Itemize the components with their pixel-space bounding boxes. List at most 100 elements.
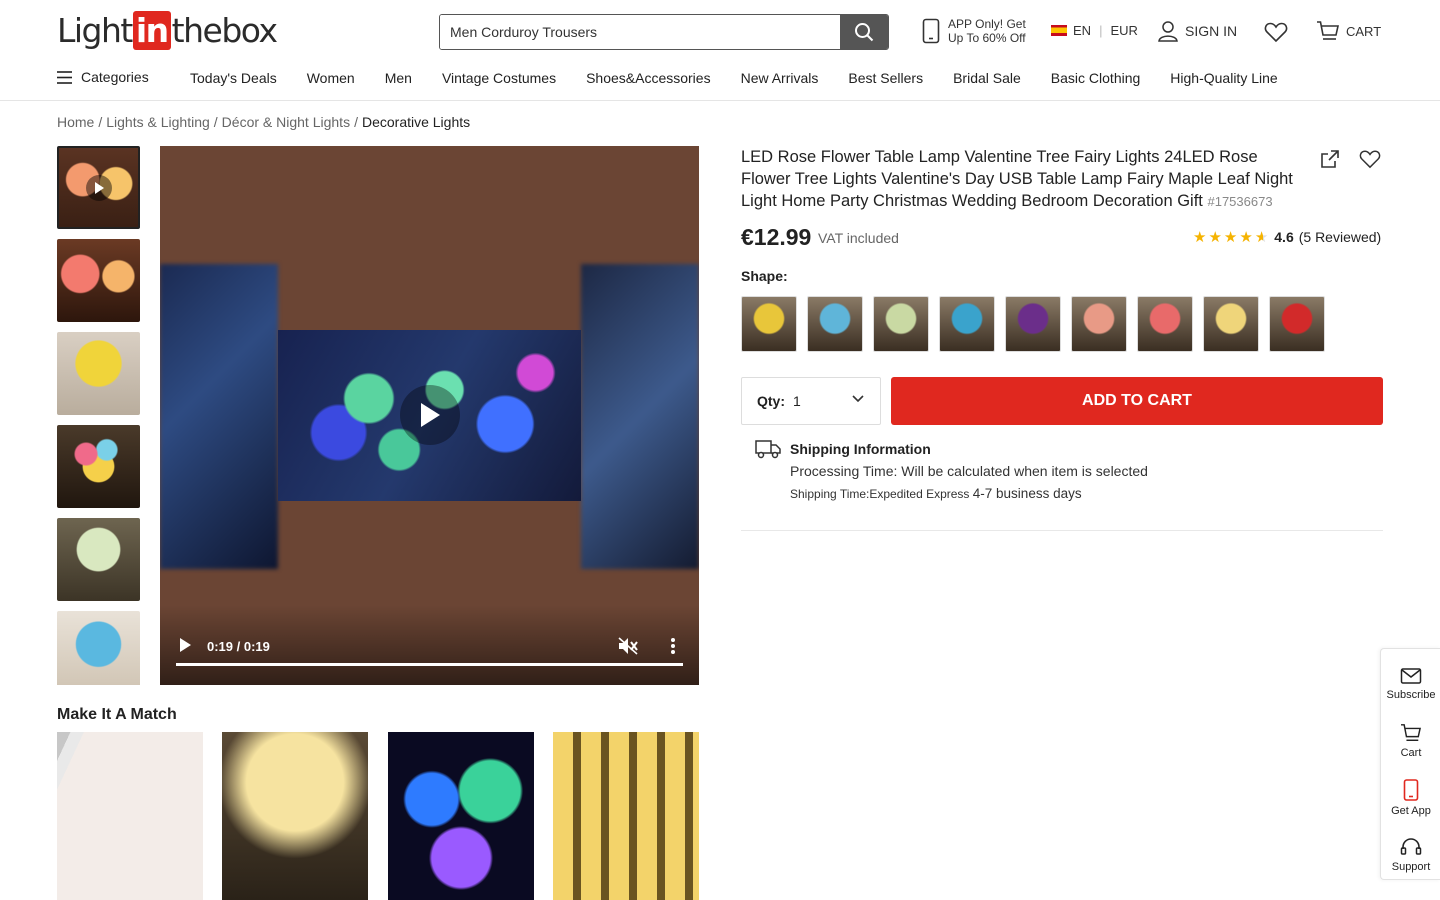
breadcrumb-lights[interactable]: Lights & Lighting — [106, 114, 210, 130]
product-sku: #17536673 — [1207, 194, 1273, 209]
video-progress-bar[interactable] — [176, 663, 683, 666]
support-button[interactable]: Support — [1381, 826, 1440, 883]
get-app-button[interactable]: Get App — [1381, 769, 1440, 826]
categories-menu[interactable]: Categories — [57, 69, 149, 85]
shape-swatch[interactable] — [939, 296, 995, 352]
search-bar — [439, 14, 889, 50]
shape-swatch[interactable] — [1203, 296, 1259, 352]
star-icon: ★ — [1208, 228, 1222, 246]
phone-icon — [922, 18, 940, 44]
play-icon — [421, 403, 440, 427]
shape-swatch[interactable] — [741, 296, 797, 352]
heart-icon — [1264, 22, 1288, 43]
play-icon — [85, 174, 112, 201]
logo-text-in: in — [132, 10, 171, 50]
star-icon: ★ — [1239, 228, 1253, 246]
nav-item-basic-clothing[interactable]: Basic Clothing — [1051, 70, 1141, 86]
share-button[interactable] — [1320, 149, 1340, 174]
favorite-button[interactable] — [1359, 149, 1381, 174]
breadcrumb-current: Decorative Lights — [361, 114, 471, 130]
nav-item-women[interactable]: Women — [307, 70, 355, 86]
logo-text-light: Light — [57, 10, 133, 50]
match-product-card[interactable] — [57, 732, 203, 900]
search-icon — [855, 23, 874, 42]
sign-in-link[interactable]: SIGN IN — [1157, 20, 1237, 42]
nav-item-men[interactable]: Men — [385, 70, 412, 86]
thumbnail-video[interactable] — [57, 146, 140, 229]
divider — [741, 530, 1383, 531]
sidebar-cart-button[interactable]: Cart — [1381, 712, 1440, 769]
match-product-card[interactable] — [388, 732, 534, 900]
app-promo-text: APP Only! Get Up To 60% Off — [948, 17, 1026, 45]
search-button[interactable] — [840, 15, 888, 49]
thumbnail-image[interactable] — [57, 425, 140, 508]
sign-in-label: SIGN IN — [1185, 23, 1238, 39]
shape-swatch[interactable] — [873, 296, 929, 352]
nav-item-vintage-costumes[interactable]: Vintage Costumes — [442, 70, 556, 86]
cart-label: CART — [1346, 23, 1382, 39]
nav-item-high-quality-line[interactable]: High-Quality Line — [1170, 70, 1277, 86]
video-time: 0:19 / 0:19 — [207, 639, 270, 654]
logo[interactable]: Light in thebox — [57, 10, 278, 50]
nav-item-shoes-accessories[interactable]: Shoes&Accessories — [586, 70, 711, 86]
shipping-time: Shipping Time:Expedited Express 4-7 busi… — [790, 486, 1082, 501]
more-options-icon[interactable] — [670, 637, 676, 655]
breadcrumb-separator: / — [213, 114, 218, 130]
shape-swatch[interactable] — [1005, 296, 1061, 352]
add-to-cart-button[interactable]: ADD TO CART — [891, 377, 1383, 425]
get-app-label: Get App — [1391, 804, 1431, 817]
search-input[interactable] — [440, 15, 840, 49]
heart-icon — [1359, 150, 1381, 169]
product-price: €12.99 — [741, 224, 812, 250]
quantity-selector[interactable]: Qty: 1 — [741, 377, 881, 425]
play-icon[interactable] — [178, 637, 192, 653]
thumbnail-image[interactable] — [57, 611, 140, 685]
nav-items: Today's Deals Women Men Vintage Costumes… — [190, 70, 1278, 86]
phone-icon — [1403, 778, 1419, 801]
shape-swatch[interactable] — [1137, 296, 1193, 352]
video-frame — [160, 264, 278, 569]
logo-text-thebox: thebox — [171, 10, 278, 50]
language-currency-selector[interactable]: EN | EUR — [1051, 23, 1138, 38]
mute-icon[interactable] — [618, 637, 638, 655]
thumbnail-image[interactable] — [57, 239, 140, 322]
processing-time: Processing Time: Will be calculated when… — [790, 463, 1148, 479]
subscribe-button[interactable]: Subscribe — [1381, 655, 1440, 712]
thumbnail-list — [57, 146, 141, 685]
video-controls: 0:19 / 0:19 — [160, 605, 699, 685]
rating[interactable]: ★ ★ ★ ★ ★ 4.6 (5 Reviewed) — [1193, 229, 1381, 245]
language-label: EN — [1073, 23, 1092, 38]
truck-icon — [755, 440, 781, 459]
app-promo[interactable]: APP Only! Get Up To 60% Off — [922, 17, 1026, 45]
hamburger-icon — [57, 70, 72, 84]
nav-item-new-arrivals[interactable]: New Arrivals — [741, 70, 819, 86]
thumbnail-image[interactable] — [57, 332, 140, 415]
match-product-card[interactable] — [222, 732, 368, 900]
nav-item-best-sellers[interactable]: Best Sellers — [848, 70, 923, 86]
nav-item-todays-deals[interactable]: Today's Deals — [190, 70, 277, 86]
breadcrumb: Home / Lights & Lighting / Décor & Night Lig… — [57, 114, 470, 130]
shape-swatch[interactable] — [1071, 296, 1127, 352]
mail-icon — [1400, 667, 1422, 684]
cart-icon — [1401, 723, 1421, 741]
half-star-icon: ★ — [1254, 228, 1269, 246]
cart-icon — [1317, 21, 1339, 40]
cart-link[interactable]: CART — [1316, 20, 1381, 42]
thumbnail-image[interactable] — [57, 518, 140, 601]
star-icon: ★ — [1193, 228, 1207, 246]
wishlist-button[interactable] — [1264, 21, 1288, 48]
breadcrumb-home[interactable]: Home — [57, 114, 94, 130]
product-video[interactable]: 0:19 / 0:19 — [160, 146, 699, 685]
nav-item-bridal-sale[interactable]: Bridal Sale — [953, 70, 1021, 86]
subscribe-label: Subscribe — [1386, 688, 1436, 701]
rating-value: 4.6 — [1274, 229, 1294, 245]
main-nav: Categories Today's Deals Women Men Vinta… — [0, 62, 1440, 101]
qty-label: Qty: — [757, 393, 785, 409]
match-product-card[interactable] — [553, 732, 699, 900]
breadcrumb-decor[interactable]: Décor & Night Lights — [222, 114, 350, 130]
video-play-button[interactable] — [400, 385, 460, 445]
video-progress-fill — [176, 663, 683, 666]
chevron-down-icon — [852, 395, 864, 403]
shape-swatch[interactable] — [807, 296, 863, 352]
shape-swatch[interactable] — [1269, 296, 1325, 352]
